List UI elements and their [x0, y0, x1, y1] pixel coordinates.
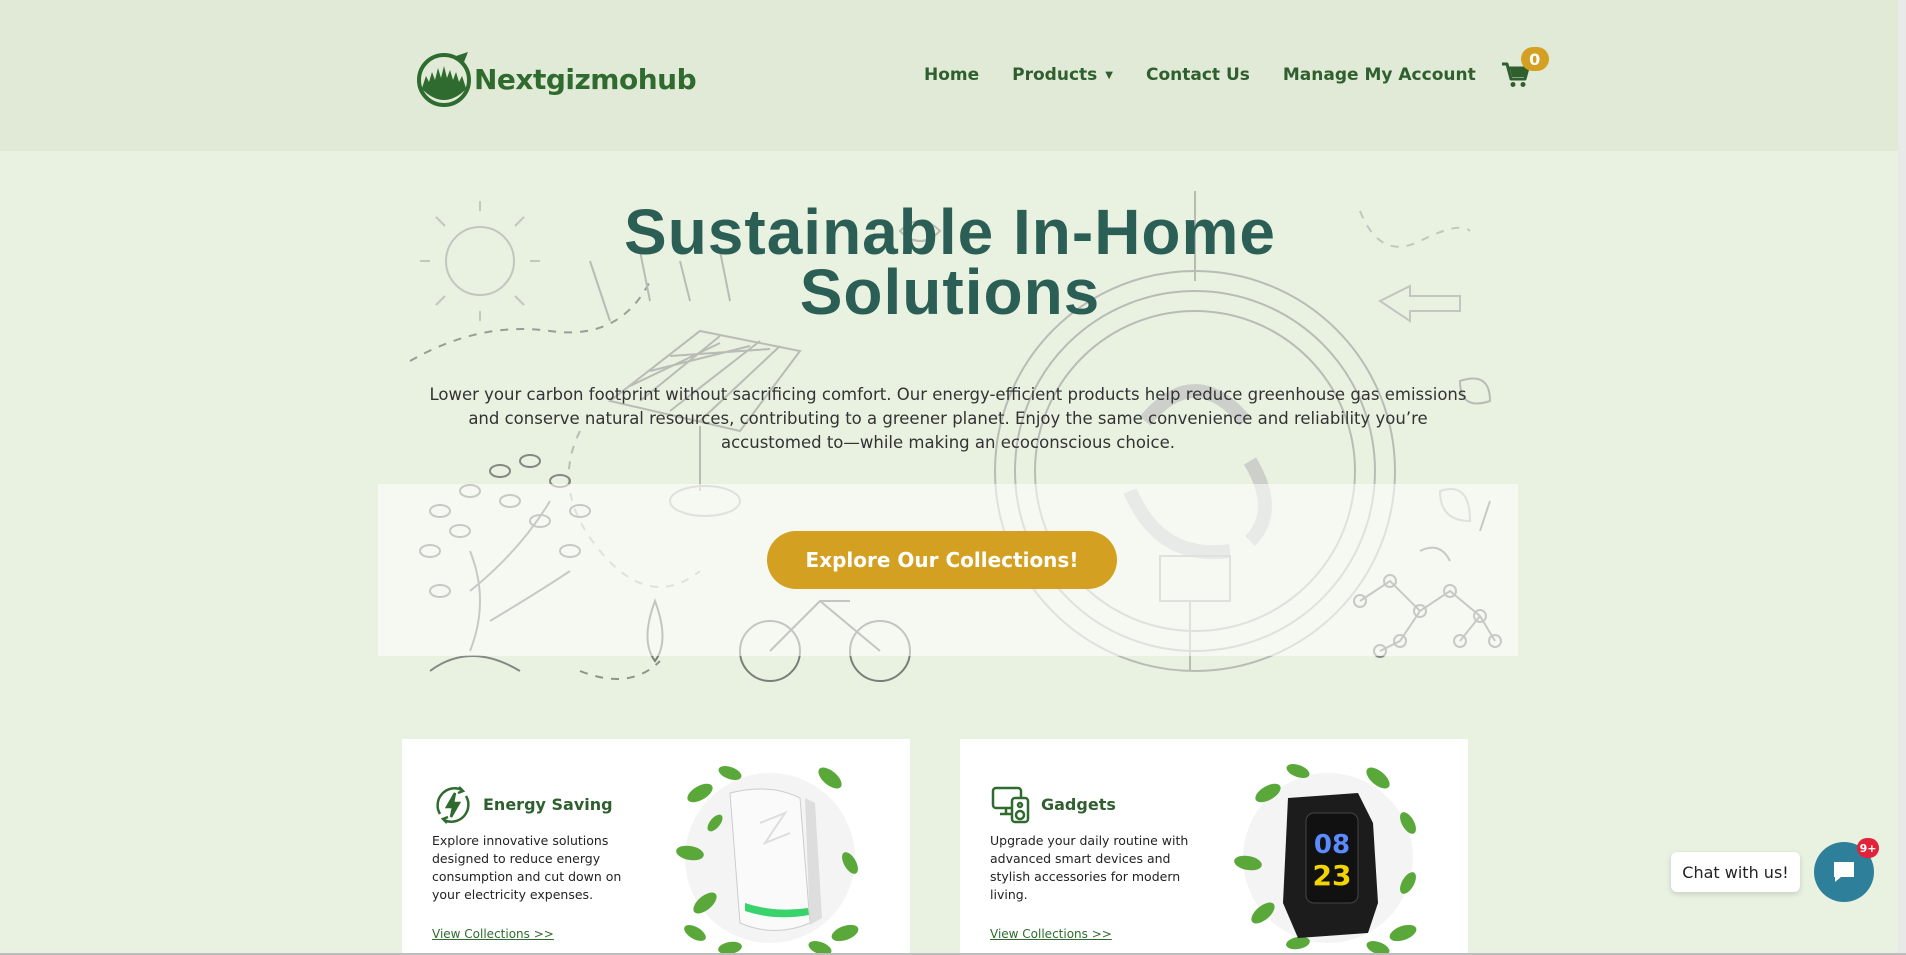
energy-saving-icon: [436, 786, 470, 824]
nav-products[interactable]: Products ▼: [1012, 65, 1113, 85]
nav-home[interactable]: Home: [924, 65, 979, 85]
watch-time-top: 08: [1314, 830, 1350, 860]
card-title: Gadgets: [1041, 795, 1116, 814]
nav-contact-us[interactable]: Contact Us: [1146, 65, 1250, 85]
explore-collections-button[interactable]: Explore Our Collections!: [767, 531, 1117, 589]
category-card-energy-saving: Energy Saving Explore innovative solutio…: [402, 739, 910, 955]
unread-badge: 9+: [1857, 838, 1879, 858]
card-title: Energy Saving: [483, 795, 613, 814]
logo-icon: [417, 52, 471, 107]
cart-count-badge: 0: [1520, 47, 1549, 71]
cart-button[interactable]: 0: [1501, 47, 1549, 89]
main-nav: Home Products ▼ Contact Us Manage My Acco…: [924, 47, 1549, 89]
card-description: Explore innovative solutions designed to…: [432, 833, 622, 902]
site-header: Nextgizmohub Home Products ▼ Contact Us M…: [0, 0, 1906, 151]
chat-bubble-icon: [1834, 862, 1854, 882]
chat-with-us-label[interactable]: Chat with us!: [1671, 852, 1800, 892]
gadgets-icon: [991, 786, 1030, 824]
hero-title-line-2: Solutions: [799, 256, 1101, 328]
caret-down-icon: ▼: [1105, 69, 1113, 81]
view-collections-link[interactable]: View Collections >>: [432, 927, 554, 941]
brand-name: Nextgizmohub: [474, 62, 697, 96]
energy-saver-device-image: [676, 766, 859, 955]
nav-manage-account[interactable]: Manage My Account: [1283, 65, 1476, 85]
hero-title: Sustainable In-Home Solutions: [500, 200, 1400, 324]
nav-products-label: Products: [1012, 65, 1098, 85]
card-description: Upgrade your daily routine with advanced…: [990, 833, 1189, 902]
page-scrollbar[interactable]: [1898, 0, 1906, 955]
smartwatch-image: 08 23: [1234, 764, 1417, 955]
brand-logo[interactable]: Nextgizmohub: [416, 50, 697, 108]
hero-description: Lower your carbon footprint without sacr…: [429, 385, 1467, 452]
watch-time-bottom: 23: [1313, 859, 1352, 892]
view-collections-link[interactable]: View Collections >>: [990, 927, 1112, 941]
category-card-gadgets: Gadgets Upgrade your daily routine with …: [960, 739, 1468, 955]
